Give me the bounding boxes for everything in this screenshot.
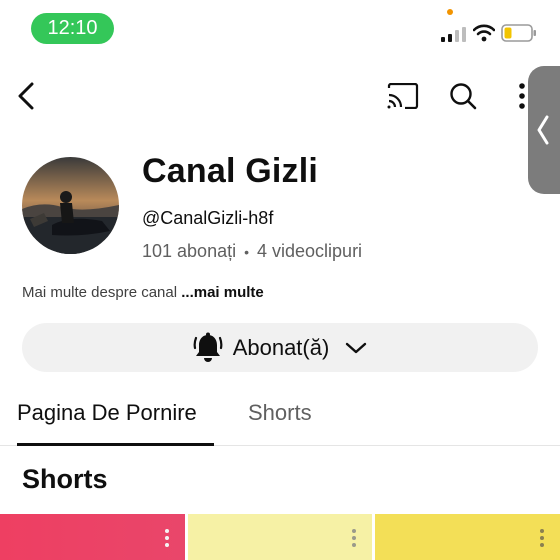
wifi-icon <box>473 24 495 42</box>
side-panel-handle[interactable] <box>528 66 560 194</box>
cellular-signal-icon <box>441 27 466 42</box>
chevron-down-icon <box>346 342 367 353</box>
battery-icon <box>501 24 536 42</box>
status-time: 12:10 <box>31 13 114 44</box>
top-app-bar <box>0 72 560 120</box>
stats-separator: • <box>244 243 249 260</box>
subscribed-label: Abonat(ă) <box>232 334 330 360</box>
chevron-left-icon <box>18 82 34 110</box>
more-vertical-icon <box>519 83 525 109</box>
channel-stats: 101 abonați • 4 videoclipuri <box>142 241 362 262</box>
bell-icon <box>193 332 223 362</box>
video-count: 4 videoclipuri <box>257 241 363 261</box>
channel-avatar[interactable] <box>22 157 119 254</box>
shorts-section-title: Shorts <box>22 464 108 494</box>
active-tab-indicator <box>17 443 214 446</box>
subscriber-count: 101 abonați <box>142 241 237 261</box>
tab-shorts[interactable]: Shorts <box>248 400 312 426</box>
search-button[interactable] <box>444 78 482 114</box>
cast-button[interactable] <box>384 78 422 114</box>
search-icon <box>450 83 477 110</box>
back-button[interactable] <box>12 78 40 114</box>
chevron-left-icon <box>537 115 549 145</box>
shorts-shelf <box>0 514 560 560</box>
channel-name: Canal Gizli <box>142 152 319 190</box>
tab-home[interactable]: Pagina De Pornire <box>17 400 197 426</box>
status-bar: 12:10 <box>0 0 560 56</box>
more-vertical-icon[interactable] <box>351 528 357 548</box>
short-thumbnail[interactable] <box>188 514 372 560</box>
more-vertical-icon[interactable] <box>164 528 170 548</box>
short-thumbnail[interactable] <box>0 514 185 560</box>
channel-tabs: Pagina De Pornire Shorts <box>0 392 560 446</box>
subscribed-button[interactable]: Abonat(ă) <box>22 323 538 372</box>
more-vertical-icon[interactable] <box>539 528 545 548</box>
privacy-indicator-dot <box>447 9 453 15</box>
cast-icon <box>387 83 419 109</box>
more-link[interactable]: ...mai multe <box>181 284 264 301</box>
channel-description[interactable]: Mai multe despre canal ...mai multe <box>22 284 264 301</box>
short-thumbnail[interactable] <box>375 514 560 560</box>
avatar-image <box>22 157 119 254</box>
about-text: Mai multe despre canal <box>22 284 182 301</box>
channel-handle: @CanalGizli-h8f <box>142 208 274 228</box>
